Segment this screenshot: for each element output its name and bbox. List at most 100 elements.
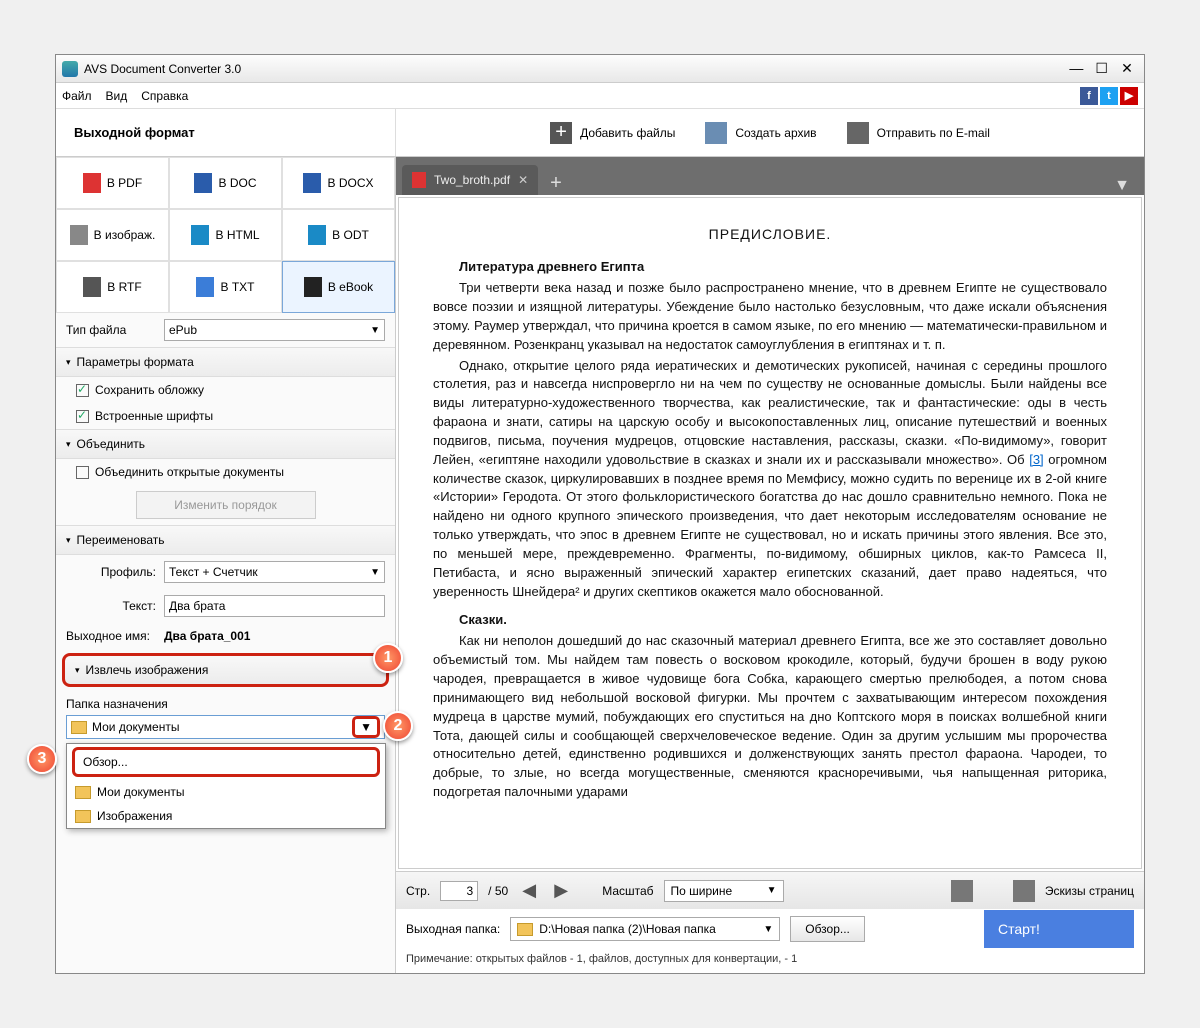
folder-icon <box>75 786 91 799</box>
out-folder-field[interactable]: D:\Новая папка (2)\Новая папка ▼ <box>510 917 780 941</box>
menu-view[interactable]: Вид <box>106 89 128 103</box>
chevron-down-icon: ▼ <box>370 567 380 578</box>
format-pdf[interactable]: В PDF <box>56 157 169 209</box>
doc-paragraph: Однако, открытие целого ряда иератически… <box>433 357 1107 602</box>
create-archive-button[interactable]: Создать архив <box>705 122 816 144</box>
create-archive-label: Создать архив <box>735 126 816 140</box>
browse-button[interactable]: Обзор... <box>790 916 865 942</box>
format-txt[interactable]: В TXT <box>169 261 282 313</box>
format-image[interactable]: В изображ. <box>56 209 169 261</box>
change-order-button: Изменить порядок <box>136 491 316 519</box>
menu-file[interactable]: Файл <box>62 89 92 103</box>
profile-label: Профиль: <box>66 565 156 579</box>
facebook-icon[interactable]: f <box>1080 87 1098 105</box>
menu-help[interactable]: Справка <box>141 89 188 103</box>
add-files-label: Добавить файлы <box>580 126 675 140</box>
triangle-icon: ▾ <box>75 665 80 676</box>
zoom-select[interactable]: По ширине▼ <box>664 880 784 902</box>
send-email-button[interactable]: Отправить по E-mail <box>847 122 990 144</box>
dd-mydocs[interactable]: Мои документы <box>67 780 385 804</box>
preview-nav-bar: Стр. / 50 ◀ ▶ Масштаб По ширине▼ Эскизы … <box>396 871 1144 909</box>
image-icon <box>70 225 88 245</box>
format-html[interactable]: В HTML <box>169 209 282 261</box>
callout-badge-3: 3 <box>27 744 57 774</box>
print-icon[interactable] <box>951 880 973 902</box>
window-title: AVS Document Converter 3.0 <box>84 62 1065 76</box>
close-button[interactable]: ✕ <box>1116 60 1138 77</box>
social-links: f t ▶ <box>1080 87 1138 105</box>
page-total: / 50 <box>488 884 508 898</box>
next-page-button[interactable]: ▶ <box>550 880 572 902</box>
format-odt[interactable]: В ODT <box>282 209 395 261</box>
dest-folder-label: Папка назначения <box>66 697 168 711</box>
document-preview[interactable]: ПРЕДИСЛОВИЕ. Литература древнего Египта … <box>398 197 1142 869</box>
doc-footnote-link[interactable]: [3] <box>1029 452 1043 467</box>
doc-icon <box>194 173 212 193</box>
maximize-button[interactable]: ☐ <box>1091 60 1113 77</box>
thumbnails-icon[interactable] <box>1013 880 1035 902</box>
tab-close-icon[interactable]: ✕ <box>518 173 528 187</box>
folder-icon <box>71 721 87 734</box>
toolbar-actions: Добавить файлы Создать архив Отправить п… <box>396 109 1144 156</box>
format-docx[interactable]: В DOCX <box>282 157 395 209</box>
merge-docs-checkbox[interactable]: Объединить открытые документы <box>56 459 395 485</box>
twitter-icon[interactable]: t <box>1100 87 1118 105</box>
top-toolbar: Выходной формат Добавить файлы Создать а… <box>56 109 1144 157</box>
format-doc[interactable]: В DOC <box>169 157 282 209</box>
dd-images[interactable]: Изображения <box>67 804 385 828</box>
docx-icon <box>303 173 321 193</box>
add-files-button[interactable]: Добавить файлы <box>550 122 675 144</box>
doc-title: ПРЕДИСЛОВИЕ. <box>433 224 1107 244</box>
page-input[interactable] <box>440 881 478 901</box>
outname-value: Два брата_001 <box>164 629 250 643</box>
filetype-select[interactable]: ePub▼ <box>164 319 385 341</box>
status-note: Примечание: открытых файлов - 1, файлов,… <box>396 949 1144 973</box>
rename-text-input[interactable] <box>164 595 385 617</box>
output-format-header: Выходной формат <box>56 109 396 156</box>
outname-row: Выходное имя: Два брата_001 <box>56 623 395 649</box>
window-controls: — ☐ ✕ <box>1065 60 1138 77</box>
checkbox-icon <box>76 466 89 479</box>
embed-fonts-checkbox[interactable]: Встроенные шрифты <box>56 403 395 429</box>
main-panel: Two_broth.pdf ✕ + ▼ ПРЕДИСЛОВИЕ. Литерат… <box>396 157 1144 973</box>
section-merge[interactable]: ▾Объединить <box>56 429 395 459</box>
start-button[interactable]: Старт! <box>984 910 1134 948</box>
callout-badge-1: 1 <box>373 643 403 673</box>
profile-row: Профиль: Текст + Счетчик▼ <box>56 555 395 589</box>
dd-browse[interactable]: Обзор... <box>72 747 380 777</box>
output-bar: Выходная папка: D:\Новая папка (2)\Новая… <box>396 909 1144 949</box>
dest-folder-label-row: Папка назначения <box>56 691 395 711</box>
send-email-label: Отправить по E-mail <box>877 126 990 140</box>
save-cover-checkbox[interactable]: Сохранить обложку <box>56 377 395 403</box>
prev-page-button[interactable]: ◀ <box>518 880 540 902</box>
section-format-params[interactable]: ▾Параметры формата <box>56 347 395 377</box>
ebook-icon <box>304 277 322 297</box>
tab-bar: Two_broth.pdf ✕ + ▼ <box>396 157 1144 195</box>
tab-menu-button[interactable]: ▼ <box>1106 177 1138 195</box>
tab-document[interactable]: Two_broth.pdf ✕ <box>402 165 538 195</box>
dest-dropdown-button[interactable]: ▼ <box>352 716 380 738</box>
minimize-button[interactable]: — <box>1065 60 1087 76</box>
tab-add-button[interactable]: + <box>542 172 570 195</box>
youtube-icon[interactable]: ▶ <box>1120 87 1138 105</box>
doc-subheading-2: Сказки. <box>459 612 507 627</box>
thumbnails-label[interactable]: Эскизы страниц <box>1045 884 1134 898</box>
profile-select[interactable]: Текст + Счетчик▼ <box>164 561 385 583</box>
folder-icon <box>75 810 91 823</box>
chevron-down-icon: ▼ <box>370 325 380 336</box>
filetype-label: Тип файла <box>66 323 156 337</box>
menu-bar: Файл Вид Справка f t ▶ <box>56 83 1144 109</box>
filetype-row: Тип файла ePub▼ <box>56 313 395 347</box>
dest-folder-select[interactable]: Мои документы ▼ <box>66 715 385 739</box>
format-ebook[interactable]: В eBook <box>282 261 395 313</box>
format-grid: В PDF В DOC В DOCX В изображ. В HTML В O… <box>56 157 395 313</box>
triangle-icon: ▾ <box>66 535 71 546</box>
chevron-down-icon: ▼ <box>767 885 777 896</box>
pdf-icon <box>83 173 101 193</box>
checkbox-icon <box>76 384 89 397</box>
app-icon <box>62 61 78 77</box>
txt-icon <box>196 277 214 297</box>
section-extract-images[interactable]: ▾Извлечь изображения <box>62 653 389 687</box>
section-rename[interactable]: ▾Переименовать <box>56 525 395 555</box>
format-rtf[interactable]: В RTF <box>56 261 169 313</box>
